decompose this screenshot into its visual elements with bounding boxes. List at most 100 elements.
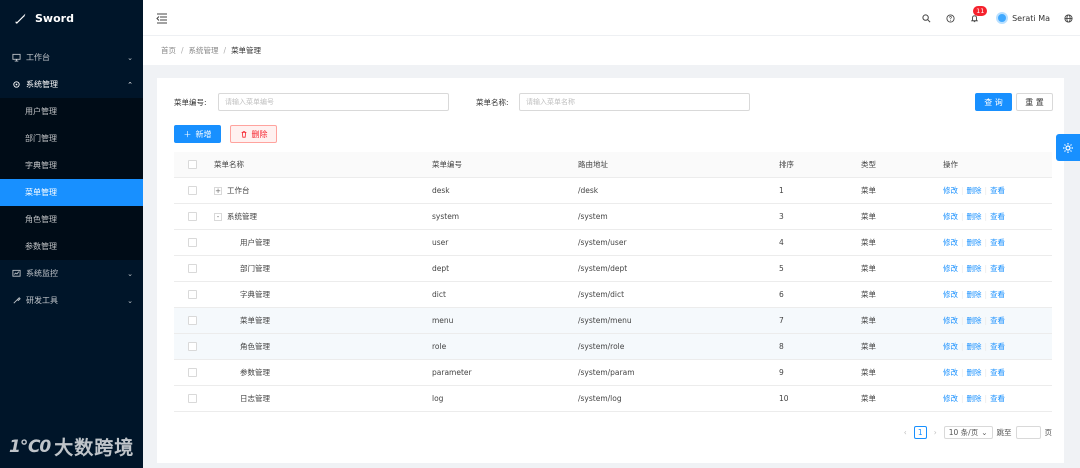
edit-link[interactable]: 修改 [943,289,958,300]
watermark-logo: 1℃0 [9,436,51,457]
view-link[interactable]: 查看 [990,263,1005,274]
sidebar-item-menus[interactable]: 菜单管理 [0,179,143,206]
col-header-path[interactable]: 路由地址 [578,152,608,177]
menu-name-input[interactable]: 请输入菜单名称 [519,93,750,111]
row-select-cell [188,230,197,255]
delete-link[interactable]: 删除 [967,211,982,222]
delete-link[interactable]: 删除 [967,367,982,378]
notification-badge: 11 [973,6,988,16]
delete-link[interactable]: 删除 [967,263,982,274]
view-link[interactable]: 查看 [990,315,1005,326]
row-checkbox[interactable] [188,212,197,221]
sidebar-item-system[interactable]: 系统管理 ⌃ [0,71,143,98]
action-divider: | [961,238,964,247]
delete-link[interactable]: 删除 [967,289,982,300]
view-link[interactable]: 查看 [990,185,1005,196]
sidebar-item-departments[interactable]: 部门管理 [0,125,143,152]
expand-toggle-icon[interactable]: - [214,212,222,221]
edit-link[interactable]: 修改 [943,341,958,352]
col-header-type[interactable]: 类型 [861,152,876,177]
prev-page-icon[interactable]: ‹ [901,428,910,437]
edit-link[interactable]: 修改 [943,367,958,378]
row-checkbox[interactable] [188,316,197,325]
query-button[interactable]: 查 询 [975,93,1012,111]
sidebar-item-devtools[interactable]: 研发工具 ⌄ [0,287,143,314]
delete-link[interactable]: 删除 [967,341,982,352]
cell-path: /system/dept [578,264,628,273]
select-all-checkbox[interactable] [188,160,197,169]
notification-button[interactable]: 11 [962,0,988,36]
row-checkbox[interactable] [188,264,197,273]
page-number-current[interactable]: 1 [913,426,927,439]
edit-link[interactable]: 修改 [943,315,958,326]
cell-code: role [432,342,447,351]
breadcrumb: 首页 / 系统管理 / 菜单管理 [143,36,1080,65]
jump-label: 跳至 [996,428,1012,437]
menu-fold-icon[interactable] [156,12,168,24]
expand-toggle-icon[interactable]: + [214,186,222,195]
reset-button[interactable]: 重 置 [1016,93,1053,111]
row-checkbox[interactable] [188,186,197,195]
view-link[interactable]: 查看 [990,367,1005,378]
row-checkbox[interactable] [188,394,197,403]
row-checkbox[interactable] [188,342,197,351]
user-menu[interactable]: Serati Ma [986,0,1056,36]
page-size-select[interactable]: 10 条/页 ⌄ [943,426,993,439]
row-select-cell [188,282,197,307]
chevron-down-icon: ⌄ [127,269,133,278]
action-divider: | [984,342,988,351]
cell-name-text: 角色管理 [240,342,270,351]
help-button[interactable] [938,0,962,36]
sword-icon [15,13,26,24]
app-logo[interactable]: Sword [0,0,143,36]
cell-path: /desk [578,186,599,195]
edit-link[interactable]: 修改 [943,211,958,222]
view-link[interactable]: 查看 [990,289,1005,300]
top-header: 11 Serati Ma [143,0,1080,36]
action-divider: | [984,238,988,247]
language-button[interactable] [1056,0,1080,36]
cell-code: user [432,238,449,247]
view-link[interactable]: 查看 [990,211,1005,222]
delete-link[interactable]: 删除 [967,185,982,196]
breadcrumb-current: 菜单管理 [231,46,262,55]
delete-link[interactable]: 删除 [967,237,982,248]
action-divider: | [961,186,964,195]
sidebar-item-params[interactable]: 参数管理 [0,233,143,260]
cell-actions: 修改 | 删除 | 查看 [943,178,1005,203]
table-row: 部门管理 dept/system/dept 5 菜单 修改 | 删除 | 查看 [174,256,1052,282]
view-link[interactable]: 查看 [990,341,1005,352]
next-page-icon[interactable]: › [931,428,940,437]
jump-page-input[interactable] [1015,426,1041,439]
col-header-sort[interactable]: 排序 [779,152,794,177]
sidebar-item-dashboard[interactable]: 工作台 ⌄ [0,44,143,71]
cell-actions: 修改 | 删除 | 查看 [943,308,1005,333]
edit-link[interactable]: 修改 [943,263,958,274]
view-link[interactable]: 查看 [990,237,1005,248]
theme-settings-button[interactable] [1056,134,1080,161]
add-button[interactable]: ＋ 新增 [174,125,221,143]
view-link[interactable]: 查看 [990,393,1005,404]
row-checkbox[interactable] [188,368,197,377]
edit-link[interactable]: 修改 [943,393,958,404]
delete-button-label: 删除 [251,129,268,139]
breadcrumb-system[interactable]: 系统管理 [189,45,219,56]
sidebar-item-roles[interactable]: 角色管理 [0,206,143,233]
delete-button[interactable]: 删除 [230,125,277,143]
delete-link[interactable]: 删除 [967,393,982,404]
menu-code-input[interactable]: 请输入菜单编号 [218,93,449,111]
row-checkbox[interactable] [188,290,197,299]
breadcrumb-home[interactable]: 首页 [161,45,176,56]
sidebar-item-users[interactable]: 用户管理 [0,98,143,125]
edit-link[interactable]: 修改 [943,185,958,196]
sidebar-item-dictionary[interactable]: 字典管理 [0,152,143,179]
sidebar-item-monitor[interactable]: 系统监控 ⌄ [0,260,143,287]
search-button[interactable] [914,0,938,36]
edit-link[interactable]: 修改 [943,237,958,248]
cell-actions: 修改 | 删除 | 查看 [943,204,1005,229]
row-checkbox[interactable] [188,238,197,247]
delete-link[interactable]: 删除 [967,315,982,326]
col-header-code[interactable]: 菜单编号 [432,152,462,177]
cell-path: /system/role [578,342,625,351]
col-header-name[interactable]: 菜单名称 [214,152,244,177]
